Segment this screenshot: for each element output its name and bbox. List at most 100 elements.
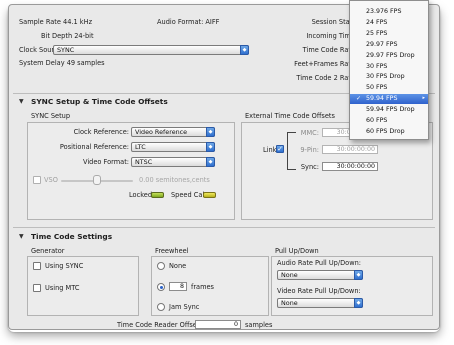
chevron-updown-icon: ◆ bbox=[354, 270, 363, 280]
positional-reference-value: LTC bbox=[135, 143, 146, 151]
fps-menu-item[interactable]: 50 FPS bbox=[350, 83, 428, 93]
fps-menu-item[interactable]: 60 FPS bbox=[350, 116, 428, 126]
video-format-label: Video Format: bbox=[82, 158, 129, 166]
fps-menu-item-label: 50 FPS bbox=[366, 84, 388, 92]
vso-slider-thumb[interactable] bbox=[93, 175, 101, 185]
fps-menu-item-label: 29.97 FPS bbox=[366, 40, 398, 48]
fps-menu-item[interactable]: 24 FPS bbox=[350, 18, 428, 28]
link-bracket-top bbox=[287, 132, 296, 133]
clock-source-select[interactable]: SYNC ◆ bbox=[53, 45, 249, 55]
fps-menu-item-label: 25 FPS bbox=[366, 29, 388, 37]
link-bracket-bottom bbox=[287, 169, 296, 170]
time-code-rate-menu[interactable]: 23.976 FPS 24 FPS 25 FPS 29.97 FPS 29.97 FPS… bbox=[349, 0, 429, 140]
checkmark-icon: ✓ bbox=[277, 145, 283, 153]
video-format-select[interactable]: NTSC ◆ bbox=[131, 157, 215, 167]
vso-checkbox[interactable] bbox=[33, 176, 41, 184]
fps-menu-item[interactable]: 25 FPS bbox=[350, 29, 428, 39]
pullup-title: Pull Up/Down bbox=[275, 247, 319, 255]
positional-reference-label: Positional Reference: bbox=[59, 143, 129, 151]
bit-depth-text: Bit Depth 24-bit bbox=[41, 32, 94, 40]
link-checkbox[interactable]: ✓ bbox=[276, 145, 284, 153]
using-mtc-checkbox[interactable] bbox=[33, 284, 41, 292]
submenu-arrow-icon: ▸ bbox=[422, 95, 425, 102]
video-pull-label: Video Rate Pull Up/Down: bbox=[277, 287, 361, 295]
video-pull-value: None bbox=[281, 299, 298, 307]
freewheel-none-radio[interactable] bbox=[157, 262, 165, 270]
reader-offset-label: Time Code Reader Offset: bbox=[117, 321, 202, 329]
checkmark-icon: ✓ bbox=[356, 95, 362, 103]
jam-sync-label: Jam Sync bbox=[169, 303, 200, 311]
fps-menu-item[interactable]: 30 FPS bbox=[350, 62, 428, 72]
jam-sync-radio[interactable] bbox=[157, 303, 165, 311]
audio-format-text: Audio Format: AIFF bbox=[157, 18, 220, 26]
divider bbox=[13, 227, 435, 228]
system-delay-text: System Delay 49 samples bbox=[19, 59, 105, 67]
vso-label: VSO bbox=[44, 176, 58, 184]
fps-menu-item[interactable]: 60 FPS Drop bbox=[350, 127, 428, 137]
frames-label: frames bbox=[191, 283, 214, 291]
offsets-title: External Time Code Offsets bbox=[245, 112, 335, 120]
chevron-updown-icon: ◆ bbox=[206, 127, 215, 137]
fps-menu-item[interactable]: 29.97 FPS bbox=[350, 40, 428, 50]
sample-rate-text: Sample Rate 44.1 kHz bbox=[19, 18, 93, 26]
fps-menu-item[interactable]: 23.976 FPS bbox=[350, 7, 428, 17]
using-sync-checkbox[interactable] bbox=[33, 262, 41, 270]
feet-frames-rate-label: Feet+Frames Rate bbox=[294, 60, 355, 68]
using-mtc-label: Using MTC bbox=[45, 284, 80, 292]
fps-menu-item[interactable]: 29.97 FPS Drop bbox=[350, 51, 428, 61]
sync-offset-label: Sync: bbox=[300, 163, 319, 171]
tc-section-title: Time Code Settings bbox=[31, 232, 113, 241]
session-start-label: Session Start bbox=[311, 18, 355, 26]
clock-reference-select[interactable]: Video Reference ◆ bbox=[131, 127, 215, 137]
audio-pull-select[interactable]: None ◆ bbox=[277, 270, 363, 280]
chevron-updown-icon: ◆ bbox=[354, 298, 363, 308]
ninepin-offset-field[interactable]: 30:00:00:00 bbox=[322, 145, 378, 154]
locked-label: Locked bbox=[129, 191, 153, 199]
ninepin-label: 9-Pin: bbox=[300, 146, 319, 154]
link-bracket bbox=[287, 132, 288, 170]
chevron-updown-icon: ◆ bbox=[206, 157, 215, 167]
time-code-rate-label: Time Code Rate bbox=[302, 46, 355, 54]
video-format-value: NTSC bbox=[135, 158, 153, 166]
fps-menu-item-label: 60 FPS bbox=[366, 117, 388, 124]
locked-indicator-icon bbox=[151, 192, 164, 198]
fps-menu-item[interactable]: 59.94 FPS Drop bbox=[350, 105, 428, 115]
sync-section-title: SYNC Setup & Time Code Offsets bbox=[31, 97, 168, 106]
fps-menu-item-label: 29.97 FPS Drop bbox=[366, 51, 415, 59]
fps-menu-item-label: 24 FPS bbox=[366, 18, 388, 26]
audio-pull-value: None bbox=[281, 271, 298, 279]
clock-reference-label: Clock Reference: bbox=[73, 128, 129, 136]
freewheel-title: Freewheel bbox=[155, 247, 189, 255]
vso-value: 0.00 semitones,cents bbox=[139, 176, 210, 184]
reader-offset-field[interactable]: 0 bbox=[195, 320, 241, 329]
generator-title: Generator bbox=[31, 247, 65, 255]
freewheel-none-label: None bbox=[169, 262, 187, 270]
speed-cal-label: Speed Cal bbox=[171, 191, 205, 199]
chevron-updown-icon: ◆ bbox=[206, 142, 215, 152]
disclosure-triangle-icon[interactable]: ▼ bbox=[19, 233, 24, 240]
fps-menu-item-label: 60 FPS Drop bbox=[366, 127, 405, 135]
fps-menu-item-label: 59.94 FPS bbox=[366, 95, 398, 103]
sync-setup-title: SYNC Setup bbox=[31, 112, 71, 120]
screenshot-stage: Sample Rate 44.1 kHz Audio Format: AIFF … bbox=[0, 0, 454, 345]
fps-menu-item-label: 59.94 FPS Drop bbox=[366, 106, 415, 114]
freewheel-frames-field[interactable]: 8 bbox=[169, 282, 187, 291]
fps-menu-item-label: 23.976 FPS bbox=[366, 8, 402, 15]
clock-reference-value: Video Reference bbox=[135, 128, 188, 136]
video-pull-select[interactable]: None ◆ bbox=[277, 298, 363, 308]
mmc-label: MMC: bbox=[300, 129, 319, 137]
positional-reference-select[interactable]: LTC ◆ bbox=[131, 142, 215, 152]
time-code-2-rate-label: Time Code 2 Rate bbox=[296, 74, 355, 82]
fps-menu-item[interactable]: 59.94 FPS ✓ ▸ bbox=[350, 94, 428, 104]
disclosure-triangle-icon[interactable]: ▼ bbox=[19, 98, 24, 105]
freewheel-frames-radio[interactable] bbox=[157, 283, 165, 291]
fps-menu-item-label: 30 FPS Drop bbox=[366, 73, 405, 81]
using-sync-label: Using SYNC bbox=[45, 262, 84, 270]
sync-offset-field[interactable]: 30:00:00:00 bbox=[322, 162, 378, 171]
clock-source-value: SYNC bbox=[57, 46, 75, 54]
chevron-updown-icon: ◆ bbox=[240, 45, 249, 55]
link-label: Link bbox=[263, 146, 277, 154]
audio-pull-label: Audio Rate Pull Up/Down: bbox=[277, 259, 361, 267]
fps-menu-item[interactable]: 30 FPS Drop bbox=[350, 72, 428, 82]
fps-menu-item-label: 30 FPS bbox=[366, 62, 388, 70]
